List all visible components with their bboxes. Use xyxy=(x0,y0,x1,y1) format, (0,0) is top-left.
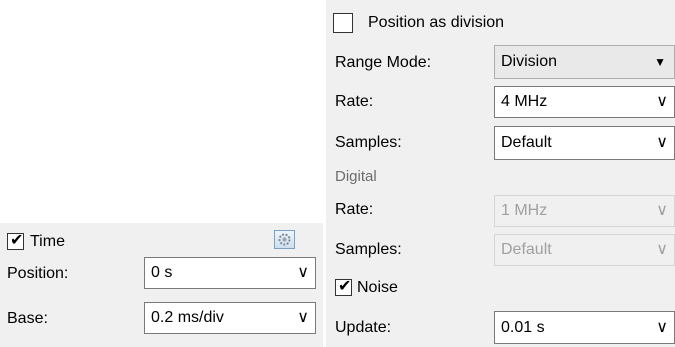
digital-samples-value: Default xyxy=(501,241,552,258)
range-mode-value: Division xyxy=(501,53,558,70)
chevron-down-icon: ∨ xyxy=(297,264,309,281)
range-mode-select[interactable]: Division ▼ xyxy=(494,45,675,79)
noise-label: Noise xyxy=(357,279,398,296)
rate-select[interactable]: 4 MHz ∨ xyxy=(494,86,675,118)
position-as-division-label: Position as division xyxy=(368,14,505,31)
dropdown-triangle-icon: ▼ xyxy=(654,55,666,69)
update-label: Update: xyxy=(335,319,392,336)
samples-value: Default xyxy=(501,134,552,151)
gear-icon xyxy=(278,233,291,246)
digital-samples-label: Samples: xyxy=(335,241,402,258)
samples-select[interactable]: Default ∨ xyxy=(494,126,675,160)
chevron-down-icon: ∨ xyxy=(656,202,668,219)
samples-label: Samples: xyxy=(335,134,402,151)
base-select[interactable]: 0.2 ms/div ∨ xyxy=(144,302,316,334)
update-select[interactable]: 0.01 s ∨ xyxy=(494,311,675,344)
acquisition-panel: Position as division Range Mode: Divisio… xyxy=(326,0,675,347)
digital-rate-select: 1 MHz ∨ xyxy=(494,195,675,227)
digital-header: Digital xyxy=(335,168,377,185)
position-select[interactable]: 0 s ∨ xyxy=(144,257,316,289)
chevron-down-icon: ∨ xyxy=(297,309,309,326)
check-icon: ✔ xyxy=(10,232,24,249)
chevron-down-icon: ∨ xyxy=(656,134,668,151)
check-icon: ✔ xyxy=(338,278,352,295)
range-mode-label: Range Mode: xyxy=(335,54,432,71)
update-value: 0.01 s xyxy=(501,319,545,336)
rate-value: 4 MHz xyxy=(501,93,548,110)
digital-samples-select: Default ∨ xyxy=(494,234,675,266)
noise-checkbox[interactable]: ✔ xyxy=(335,278,352,296)
position-label: Position: xyxy=(7,265,69,282)
rate-label: Rate: xyxy=(335,93,374,110)
position-as-division-checkbox[interactable] xyxy=(333,13,353,33)
chevron-down-icon: ∨ xyxy=(656,319,668,336)
time-checkbox[interactable]: ✔ xyxy=(7,232,24,250)
settings-button[interactable] xyxy=(274,230,295,249)
position-value: 0 s xyxy=(151,264,173,281)
digital-rate-value: 1 MHz xyxy=(501,202,548,219)
time-panel: ✔ Time Position: 0 s ∨ Base: 0.2 ms/div … xyxy=(0,223,323,347)
digital-rate-label: Rate: xyxy=(335,201,374,218)
chevron-down-icon: ∨ xyxy=(656,241,668,258)
chevron-down-icon: ∨ xyxy=(656,93,668,110)
base-label: Base: xyxy=(7,310,48,327)
time-label: Time xyxy=(30,233,65,250)
base-value: 0.2 ms/div xyxy=(151,309,224,326)
